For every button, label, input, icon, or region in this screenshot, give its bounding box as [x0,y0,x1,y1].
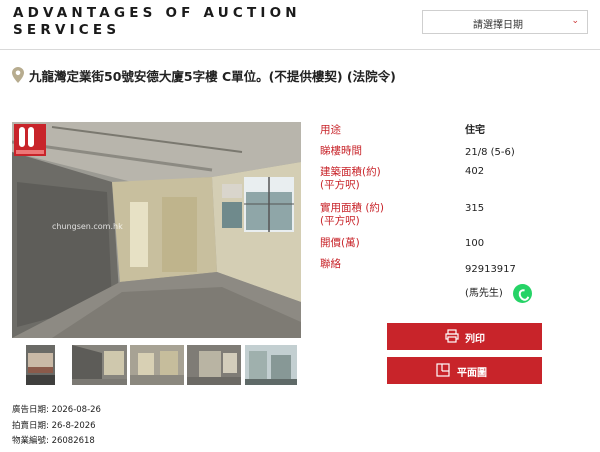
detail-value-saleable-area: 315 [465,203,485,214]
print-button-label: 列印 [465,334,485,345]
detail-value-phone[interactable]: 92913917 [465,263,516,276]
agency-logo [14,124,46,156]
detail-label-gross-area: 建築面積(約) (平方呎) [320,166,381,191]
site-header: ADVANTAGES OF AUCTION SERVICES 請選擇日期 ⌄ [0,0,600,50]
auction-date: 拍賣日期: 26-8-2026 [12,421,96,431]
property-title: 九龍灣定業街50號安德大廈5字樓 C單位。(不提供樓契) (法院令) [29,69,396,84]
contact-name: (馬先生) [465,288,503,299]
detail-label-saleable-area: 實用面積 (約) (平方呎) [320,202,385,227]
property-title-row: 九龍灣定業街50號安德大廈5字樓 C單位。(不提供樓契) (法院令) [12,66,592,84]
main-property-photo[interactable]: chungsen.com.hk [12,122,301,338]
detail-label-asking-price: 開價(萬) [320,237,360,249]
detail-value-usage: 住宅 [465,125,485,136]
thumbnail-2[interactable] [72,345,127,385]
thumbnail-3[interactable] [130,345,184,385]
chevron-down-icon: ⌄ [571,16,579,26]
thumbnail-4[interactable] [187,345,241,385]
print-button[interactable]: 列印 [387,323,542,350]
date-select-label: 請選擇日期 [473,20,523,31]
floorplan-button[interactable]: 平面圖 [387,357,542,384]
location-pin-icon [12,67,24,83]
detail-label-viewing-time: 睇樓時間 [320,145,362,157]
photo-watermark: chungsen.com.hk [52,222,123,231]
ad-date: 廣告日期: 2026-08-26 [12,405,101,415]
whatsapp-icon[interactable] [513,284,532,303]
detail-value-asking-price: 100 [465,238,485,249]
printer-icon [445,329,459,343]
detail-value-gross-area: 402 [465,166,485,177]
detail-value-viewing-time: 21/8 (5-6) [465,147,515,158]
floorplan-icon [436,363,450,377]
thumbnail-5[interactable] [245,345,297,385]
brand-line-1: ADVANTAGES OF AUCTION [13,5,301,21]
thumbnail-1[interactable] [26,345,55,385]
date-select[interactable]: 請選擇日期 ⌄ [422,10,588,34]
detail-label-contact: 聯絡 [320,258,341,270]
detail-label-usage: 用途 [320,124,341,136]
property-number: 物業編號: 26082618 [12,436,95,446]
floorplan-button-label: 平面圖 [457,368,487,379]
site-brand[interactable]: ADVANTAGES OF AUCTION SERVICES [13,5,301,39]
brand-line-2: SERVICES [13,22,121,38]
